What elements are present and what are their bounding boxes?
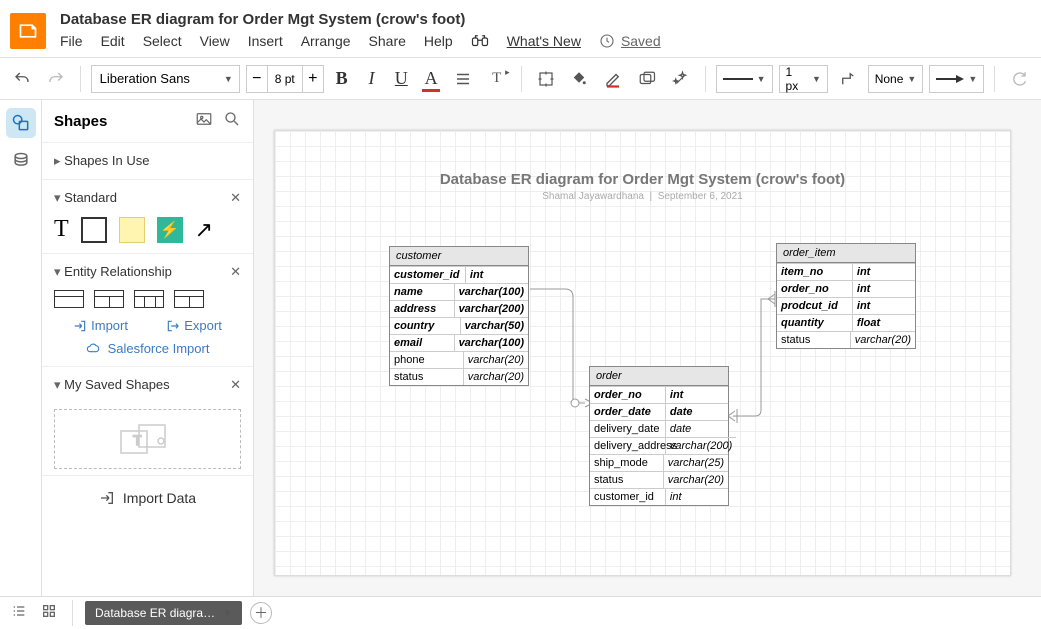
add-page-button[interactable]: ＋ (250, 602, 272, 624)
revert-button[interactable] (1005, 65, 1033, 93)
entity-customer[interactable]: customercustomer_idintnamevarchar(100)ad… (389, 246, 529, 386)
menu-file[interactable]: File (60, 33, 83, 49)
bold-button[interactable]: B (330, 65, 354, 93)
arrow-shape[interactable]: ↗ (195, 217, 213, 243)
close-icon[interactable]: ✕ (230, 190, 241, 206)
size-plus[interactable]: + (303, 70, 323, 88)
document-title[interactable]: Database ER diagram for Order Mgt System… (60, 11, 661, 28)
menu-arrange[interactable]: Arrange (301, 33, 351, 49)
note-shape[interactable] (119, 217, 145, 243)
header: Database ER diagram for Order Mgt System… (0, 0, 1041, 58)
fill-color-button[interactable] (565, 65, 593, 93)
line-path-button[interactable] (834, 65, 862, 93)
search-icon[interactable] (223, 110, 241, 132)
border-color-button[interactable] (599, 65, 627, 93)
menu-share[interactable]: Share (369, 33, 406, 49)
page-tab[interactable]: Database ER diagra… ▼ (85, 601, 242, 625)
italic-button[interactable]: I (360, 65, 384, 93)
saved-label: Saved (621, 33, 661, 49)
shape-style-button[interactable] (633, 65, 661, 93)
app-logo[interactable] (10, 13, 46, 49)
font-color-button[interactable]: A (419, 65, 443, 93)
line-width-select[interactable]: 1 px ▼ (779, 65, 828, 93)
import-link[interactable]: Import (73, 318, 128, 333)
line-style-select[interactable]: ▼ (716, 65, 773, 93)
chevron-down-icon[interactable]: ▼ (223, 608, 232, 618)
whats-new-link[interactable]: What's New (507, 33, 581, 49)
import-data-button[interactable]: Import Data (42, 475, 253, 520)
sidebar: Shapes ▸ Shapes In Use ▾ Standard ✕ T ⚡ … (42, 100, 254, 596)
rectangle-shape[interactable] (81, 217, 107, 243)
er-section[interactable]: ▾ Entity Relationship ✕ (54, 264, 241, 280)
salesforce-import-link[interactable]: Salesforce Import (54, 341, 241, 356)
standard-section[interactable]: ▾ Standard ✕ (54, 190, 241, 206)
er-shape-1[interactable] (54, 290, 84, 308)
connectors (275, 131, 1015, 581)
text-options-button[interactable]: T▸ (483, 65, 511, 93)
align-button[interactable] (449, 65, 477, 93)
underline-button[interactable]: U (389, 65, 413, 93)
grid-view-icon[interactable] (38, 603, 60, 624)
canvas-area[interactable]: Database ER diagram for Order Mgt System… (254, 100, 1041, 596)
font-size-stepper[interactable]: − 8 pt + (246, 65, 324, 93)
toolbar: Liberation Sans − 8 pt + B I U A T▸ ▼ 1 … (0, 58, 1041, 100)
export-link[interactable]: Export (166, 318, 222, 333)
menu-edit[interactable]: Edit (101, 33, 125, 49)
menu-view[interactable]: View (200, 33, 230, 49)
close-icon[interactable]: ✕ (230, 264, 241, 280)
svg-text:T: T (133, 432, 142, 448)
entity-order-item[interactable]: order_itemitem_nointorder_nointprodcut_i… (776, 243, 916, 349)
shapes-in-use-section[interactable]: ▸ Shapes In Use (54, 153, 241, 169)
menu-select[interactable]: Select (143, 33, 182, 49)
sidebar-title: Shapes (54, 113, 107, 130)
my-saved-shapes-section[interactable]: ▾ My Saved Shapes ✕ (54, 377, 241, 393)
magic-button[interactable] (667, 65, 695, 93)
size-minus[interactable]: − (247, 70, 267, 88)
shape-fit-button[interactable] (532, 65, 560, 93)
list-view-icon[interactable] (8, 603, 30, 624)
bolt-shape[interactable]: ⚡ (157, 217, 183, 243)
size-value[interactable]: 8 pt (267, 66, 303, 92)
text-shape[interactable]: T (54, 216, 69, 243)
undo-button[interactable] (8, 65, 36, 93)
main: Shapes ▸ Shapes In Use ▾ Standard ✕ T ⚡ … (0, 100, 1041, 596)
footer: Database ER diagra… ▼ ＋ (0, 596, 1041, 629)
menu-help[interactable]: Help (424, 33, 453, 49)
er-shape-4[interactable] (174, 290, 204, 308)
left-rail (0, 100, 42, 596)
menu-bar: File Edit Select View Insert Arrange Sha… (60, 32, 661, 50)
font-select[interactable]: Liberation Sans (91, 65, 240, 93)
image-icon[interactable] (195, 110, 213, 132)
close-icon[interactable]: ✕ (230, 377, 241, 393)
shapes-rail-button[interactable] (6, 108, 36, 138)
menu-insert[interactable]: Insert (248, 33, 283, 49)
er-shape-2[interactable] (94, 290, 124, 308)
entity-order[interactable]: orderorder_nointorder_datedatedelivery_d… (589, 366, 729, 506)
er-shape-3[interactable] (134, 290, 164, 308)
end-arrow-select[interactable]: ▼ (929, 65, 984, 93)
saved-shapes-dropzone[interactable]: T (54, 409, 241, 469)
start-arrow-select[interactable]: None ▼ (868, 65, 924, 93)
binoculars-icon[interactable] (471, 32, 489, 50)
redo-button[interactable] (42, 65, 70, 93)
saved-indicator[interactable]: Saved (599, 33, 661, 49)
data-rail-button[interactable] (6, 146, 36, 176)
canvas[interactable]: Database ER diagram for Order Mgt System… (274, 130, 1011, 576)
